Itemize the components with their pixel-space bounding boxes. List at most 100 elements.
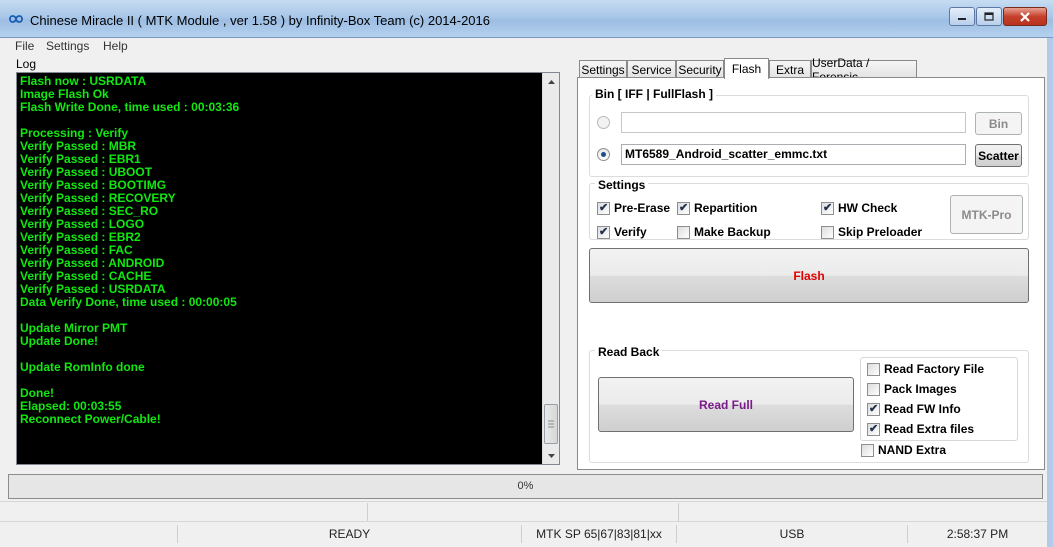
checkbox-check-icon bbox=[821, 201, 834, 215]
arrow-down-icon bbox=[548, 453, 555, 458]
menu-help[interactable]: Help bbox=[103, 39, 128, 53]
pre-erase-label: Pre-Erase bbox=[614, 201, 671, 215]
minimize-icon bbox=[958, 17, 966, 20]
checkbox-empty-icon bbox=[861, 443, 874, 457]
log-line: Update Done! bbox=[20, 334, 98, 348]
tab-userdata-forensic[interactable]: UserData / Forensic bbox=[811, 56, 917, 84]
checkbox-check-icon bbox=[597, 201, 610, 215]
nand-extra-label: NAND Extra bbox=[878, 443, 947, 457]
read-fw-info-checkbox[interactable]: Read FW Info bbox=[867, 402, 961, 416]
make-backup-label: Make Backup bbox=[694, 225, 771, 239]
flash-button[interactable]: Flash bbox=[589, 248, 1029, 303]
skip-preloader-checkbox[interactable]: Skip Preloader bbox=[821, 225, 922, 239]
scatter-radio[interactable] bbox=[597, 148, 610, 161]
settings-group-title: Settings bbox=[595, 178, 649, 192]
pack-images-label: Pack Images bbox=[884, 382, 957, 396]
read-full-button[interactable]: Read Full bbox=[598, 377, 854, 432]
log-panel[interactable]: Flash now : USRDATA Image Flash Ok Flash W… bbox=[16, 72, 560, 465]
close-icon bbox=[1020, 11, 1030, 22]
tab-extra[interactable]: Extra bbox=[769, 60, 811, 78]
log-line: Reconnect Power/Cable! bbox=[20, 412, 161, 426]
log-line: Update Mirror PMT bbox=[20, 321, 128, 335]
arrow-up-icon bbox=[548, 79, 555, 84]
status-connection: USB bbox=[676, 525, 907, 543]
title-bar: Chinese Miracle II ( MTK Module , ver 1.… bbox=[0, 0, 1053, 38]
menu-file[interactable]: File bbox=[15, 39, 34, 53]
checkbox-empty-icon bbox=[821, 225, 834, 239]
log-scrollbar[interactable] bbox=[542, 73, 559, 464]
scroll-down-button[interactable] bbox=[543, 447, 560, 464]
progress-bar: 0% bbox=[8, 474, 1043, 499]
minimize-button[interactable] bbox=[949, 7, 975, 26]
checkbox-check-icon bbox=[867, 402, 880, 416]
window-controls bbox=[949, 7, 1047, 26]
log-line: Flash Write Done, time used : 00:03:36 bbox=[20, 100, 240, 114]
repartition-label: Repartition bbox=[694, 201, 758, 215]
maximize-icon bbox=[984, 12, 994, 21]
window-title: Chinese Miracle II ( MTK Module , ver 1.… bbox=[30, 13, 491, 28]
checkbox-check-icon bbox=[677, 201, 690, 215]
status-row-bottom: READY MTK SP 65|67|83|81|xx USB 2:58:37 … bbox=[0, 521, 1053, 547]
flash-tab-page: Bin [ IFF | FullFlash ] Bin MT6589_Andro… bbox=[577, 77, 1045, 470]
tab-security[interactable]: Security bbox=[676, 60, 724, 78]
verify-checkbox[interactable]: Verify bbox=[597, 225, 647, 239]
bin-path-field[interactable] bbox=[621, 112, 966, 133]
status-cell bbox=[678, 503, 1047, 521]
status-bar: READY MTK SP 65|67|83|81|xx USB 2:58:37 … bbox=[0, 501, 1053, 547]
readback-options: Read Factory File Pack Images Read FW In… bbox=[860, 357, 1018, 441]
readback-group-title: Read Back bbox=[595, 345, 663, 359]
infinity-logo-icon bbox=[9, 15, 23, 23]
skip-preloader-label: Skip Preloader bbox=[838, 225, 923, 239]
bin-group-title: Bin [ IFF | FullFlash ] bbox=[592, 87, 717, 101]
status-cell bbox=[367, 503, 678, 521]
checkbox-check-icon bbox=[597, 225, 610, 239]
tab-service[interactable]: Service bbox=[627, 60, 676, 78]
tab-flash[interactable]: Flash bbox=[724, 58, 769, 79]
menu-bar: File Settings Help bbox=[0, 38, 1053, 56]
nand-extra-checkbox[interactable]: NAND Extra bbox=[861, 443, 946, 457]
status-chip: MTK SP 65|67|83|81|xx bbox=[521, 525, 676, 543]
log-line: Data Verify Done, time used : 00:00:05 bbox=[20, 295, 237, 309]
mtk-pro-button[interactable]: MTK-Pro bbox=[950, 195, 1023, 234]
readback-group: Read Back Read Full Read Factory File Pa… bbox=[589, 345, 1029, 463]
scroll-thumb[interactable] bbox=[544, 404, 558, 444]
repartition-checkbox[interactable]: Repartition bbox=[677, 201, 757, 215]
read-factory-file-checkbox[interactable]: Read Factory File bbox=[867, 362, 984, 376]
close-button[interactable] bbox=[1003, 7, 1047, 26]
checkbox-empty-icon bbox=[677, 225, 690, 239]
log-label: Log bbox=[16, 57, 37, 71]
right-panel: Settings Service Security Flash Extra Us… bbox=[577, 56, 1045, 470]
maximize-button[interactable] bbox=[976, 7, 1002, 26]
tab-settings[interactable]: Settings bbox=[579, 60, 627, 78]
grip-icon bbox=[548, 420, 554, 428]
scatter-path-field[interactable]: MT6589_Android_scatter_emmc.txt bbox=[621, 144, 966, 165]
scatter-button[interactable]: Scatter bbox=[975, 144, 1022, 167]
bin-group: Bin [ IFF | FullFlash ] Bin MT6589_Andro… bbox=[589, 87, 1029, 177]
make-backup-checkbox[interactable]: Make Backup bbox=[677, 225, 771, 239]
bin-button[interactable]: Bin bbox=[975, 112, 1022, 135]
checkbox-empty-icon bbox=[867, 362, 880, 376]
pre-erase-checkbox[interactable]: Pre-Erase bbox=[597, 201, 670, 215]
menu-settings[interactable]: Settings bbox=[46, 39, 89, 53]
status-row-top bbox=[0, 501, 1053, 521]
hw-check-checkbox[interactable]: HW Check bbox=[821, 201, 897, 215]
log-line: Update RomInfo done bbox=[20, 360, 145, 374]
status-time: 2:58:37 PM bbox=[907, 525, 1047, 543]
bin-radio[interactable] bbox=[597, 116, 610, 129]
status-ready: READY bbox=[177, 525, 521, 543]
window-border bbox=[1047, 38, 1053, 547]
read-extra-files-checkbox[interactable]: Read Extra files bbox=[867, 422, 974, 436]
verify-label: Verify bbox=[614, 225, 647, 239]
settings-group: Settings Pre-Erase Repartition HW Check … bbox=[589, 178, 1029, 240]
read-fw-info-label: Read FW Info bbox=[884, 402, 961, 416]
pack-images-checkbox[interactable]: Pack Images bbox=[867, 382, 957, 396]
read-extra-files-label: Read Extra files bbox=[884, 422, 975, 436]
scroll-up-button[interactable] bbox=[543, 73, 560, 90]
progress-label: 0% bbox=[517, 480, 534, 492]
log-text: Flash now : USRDATA Image Flash Ok Flash W… bbox=[20, 75, 540, 463]
checkbox-check-icon bbox=[867, 422, 880, 436]
read-factory-file-label: Read Factory File bbox=[884, 362, 985, 376]
checkbox-empty-icon bbox=[867, 382, 880, 396]
hw-check-label: HW Check bbox=[838, 201, 898, 215]
